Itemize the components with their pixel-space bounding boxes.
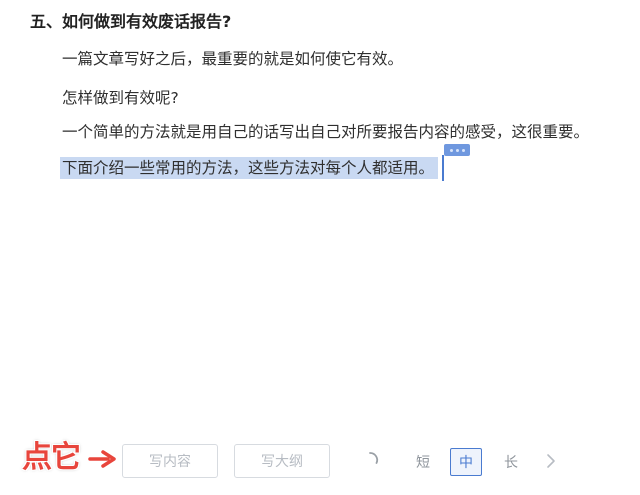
handle-dot <box>461 148 465 152</box>
paragraph-2: 怎样做到有效呢? <box>62 89 179 107</box>
length-option-short[interactable]: 短 <box>410 448 436 476</box>
text-cursor <box>442 155 444 181</box>
chevron-right-icon[interactable] <box>542 451 560 471</box>
selection-handle-icon[interactable] <box>444 144 470 156</box>
paragraph-3: 一个简单的方法就是用自己的话写出自己对所要报告内容的感受，这很重要。 <box>62 123 590 141</box>
selected-text[interactable]: 下面介绍一些常用的方法，这些方法对每个人都适用。 <box>60 157 439 179</box>
length-option-long[interactable]: 长 <box>498 448 524 476</box>
paragraph-4[interactable]: 下面介绍一些常用的方法，这些方法对每个人都适用。 <box>60 156 439 180</box>
write-content-button[interactable]: 写内容 <box>122 444 218 478</box>
section-heading: 五、如何做到有效废话报告? <box>30 12 232 31</box>
annotation-label: 点它 <box>22 440 81 475</box>
handle-dot <box>455 148 459 152</box>
paragraph-1: 一篇文章写好之后，最重要的就是如何使它有效。 <box>62 50 404 68</box>
write-outline-button[interactable]: 写大纲 <box>234 444 330 478</box>
document-editor[interactable]: 五、如何做到有效废话报告? 一篇文章写好之后，最重要的就是如何使它有效。 怎样做… <box>0 0 640 430</box>
arrow-right-icon <box>88 449 117 469</box>
spinner-icon <box>369 452 379 464</box>
length-option-medium[interactable]: 中 <box>450 448 482 476</box>
handle-dot <box>449 148 453 152</box>
